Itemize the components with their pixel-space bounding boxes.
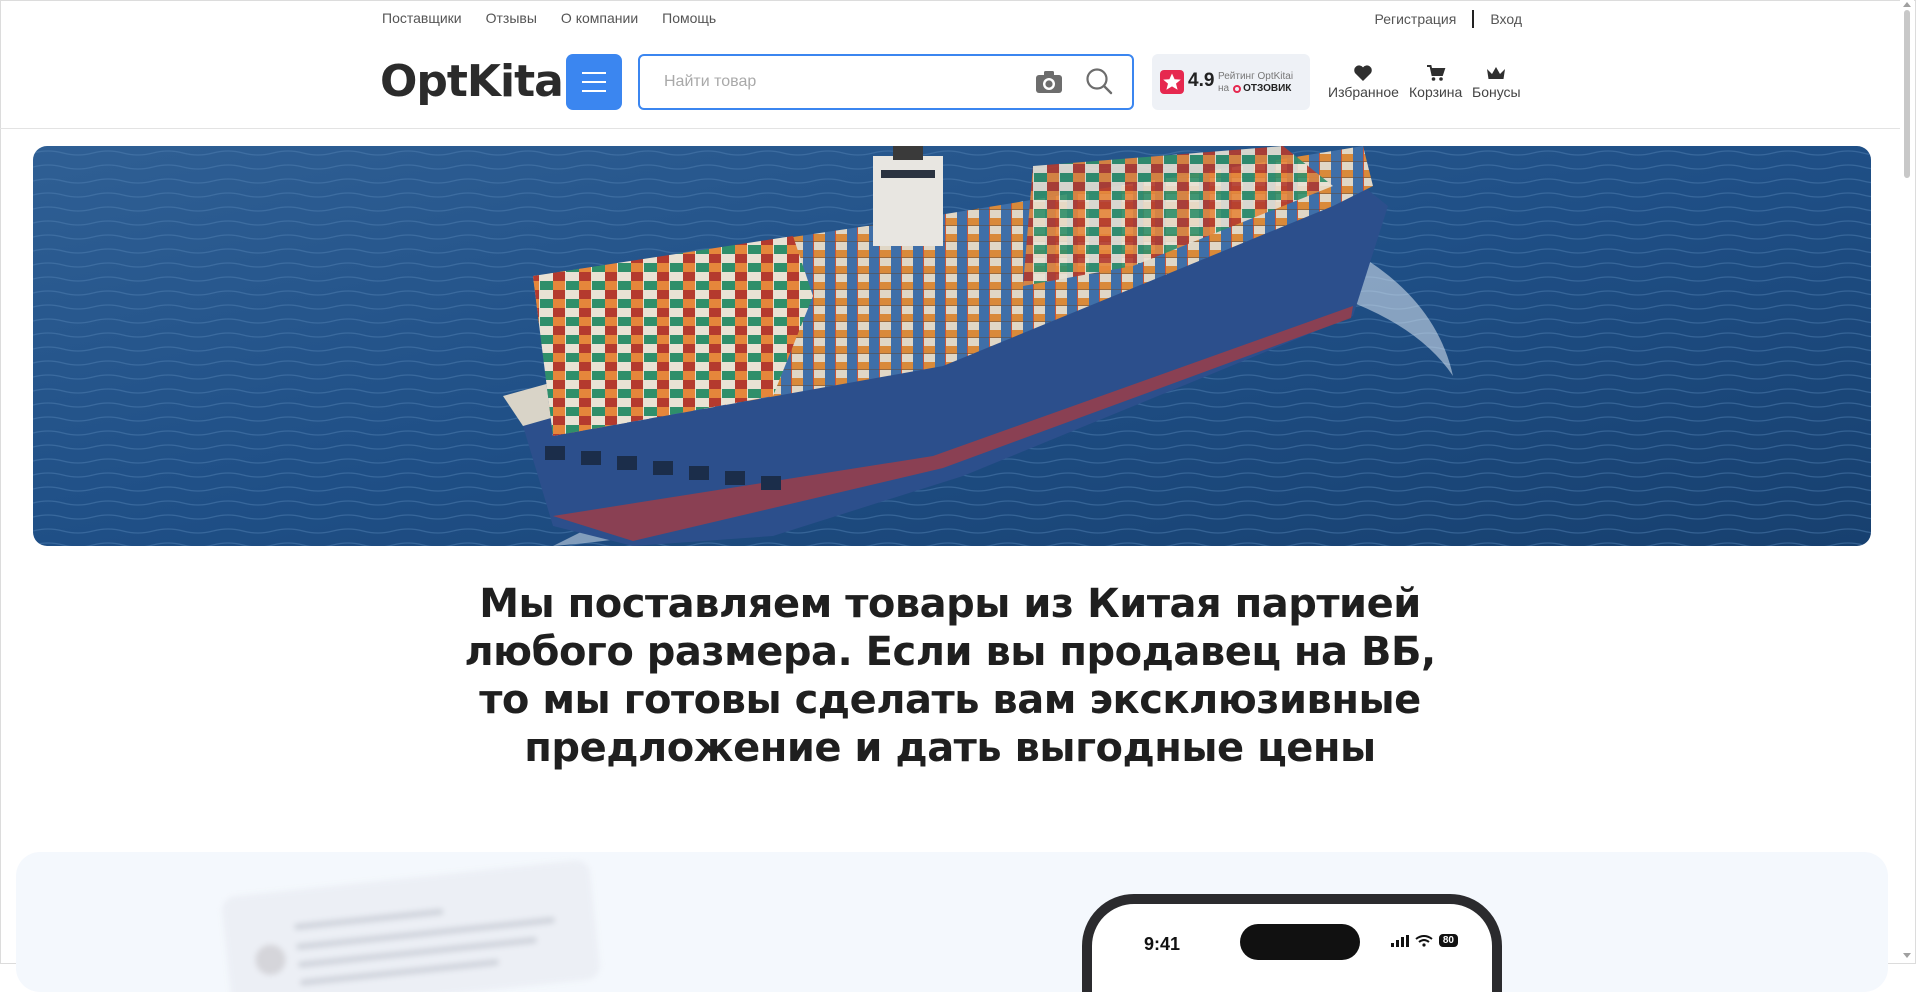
star-icon [1160, 70, 1184, 94]
search-box [638, 54, 1134, 110]
battery-icon: 80 [1438, 934, 1458, 947]
nav-link-suppliers[interactable]: Поставщики [382, 10, 462, 26]
favorites-label: Избранное [1328, 84, 1399, 100]
promo-panel: 9:41 80 [16, 852, 1888, 992]
cart-icon [1426, 65, 1446, 81]
hero-banner[interactable] [33, 146, 1871, 546]
nav-divider [1472, 10, 1475, 28]
rating-source-brand: ОТЗОВИК [1243, 83, 1292, 94]
favorites-link[interactable]: Избранное [1328, 64, 1399, 100]
text-line [293, 908, 444, 931]
top-navigation: Поставщики Отзывы О компании Помощь Реги… [382, 10, 1522, 30]
site-header: OptKitai 4.9 Рейтинг OptKitai наОТЗОВИК … [0, 50, 1900, 129]
otzovik-logo-icon [1233, 85, 1242, 93]
bonuses-label: Бонусы [1472, 84, 1521, 100]
rating-caption: Рейтинг OptKitai [1218, 71, 1294, 82]
rating-source-prefix: на [1218, 83, 1230, 94]
camera-icon[interactable] [1034, 68, 1064, 96]
phone-time: 9:41 [1144, 934, 1181, 954]
rating-score: 4.9 [1188, 70, 1215, 91]
dynamic-island [1240, 924, 1360, 960]
cart-link[interactable]: Корзина [1409, 64, 1462, 100]
heart-icon [1354, 65, 1373, 81]
avatar [254, 943, 287, 977]
page-scrollbar[interactable] [1900, 0, 1914, 962]
bonuses-link[interactable]: Бонусы [1472, 64, 1521, 100]
register-link[interactable]: Регистрация [1374, 11, 1456, 27]
search-input[interactable] [662, 68, 1006, 96]
catalog-menu-button[interactable] [566, 54, 622, 110]
phone-mockup: 9:41 80 [1082, 894, 1502, 992]
rating-source: на ОТЗОВИК [1218, 83, 1291, 94]
page-headline: Мы поставляем товары из Китая партией лю… [464, 581, 1436, 771]
phone-status-bar: 80 [1390, 934, 1458, 947]
hamburger-icon-line [582, 81, 606, 83]
container-ship-image [33, 146, 1871, 546]
nav-link-reviews[interactable]: Отзывы [486, 10, 537, 26]
cart-label: Корзина [1409, 84, 1463, 100]
wifi-icon [1415, 934, 1433, 947]
login-link[interactable]: Вход [1490, 11, 1522, 27]
nav-link-help[interactable]: Помощь [662, 10, 716, 26]
crown-icon [1487, 67, 1506, 79]
review-card-blurred [220, 858, 602, 992]
hamburger-icon-line [582, 90, 606, 92]
otzovik-rating-badge[interactable]: 4.9 Рейтинг OptKitai на ОТЗОВИК [1152, 54, 1310, 110]
search-icon[interactable] [1084, 66, 1114, 96]
signal-icon [1390, 934, 1409, 947]
scroll-up-arrow-icon[interactable] [1903, 2, 1911, 7]
site-logo[interactable]: OptKitai [380, 56, 578, 107]
scroll-down-arrow-icon[interactable] [1903, 953, 1911, 958]
nav-link-about[interactable]: О компании [561, 10, 638, 26]
scrollbar-thumb[interactable] [1904, 10, 1910, 178]
hamburger-icon-line [582, 72, 606, 74]
